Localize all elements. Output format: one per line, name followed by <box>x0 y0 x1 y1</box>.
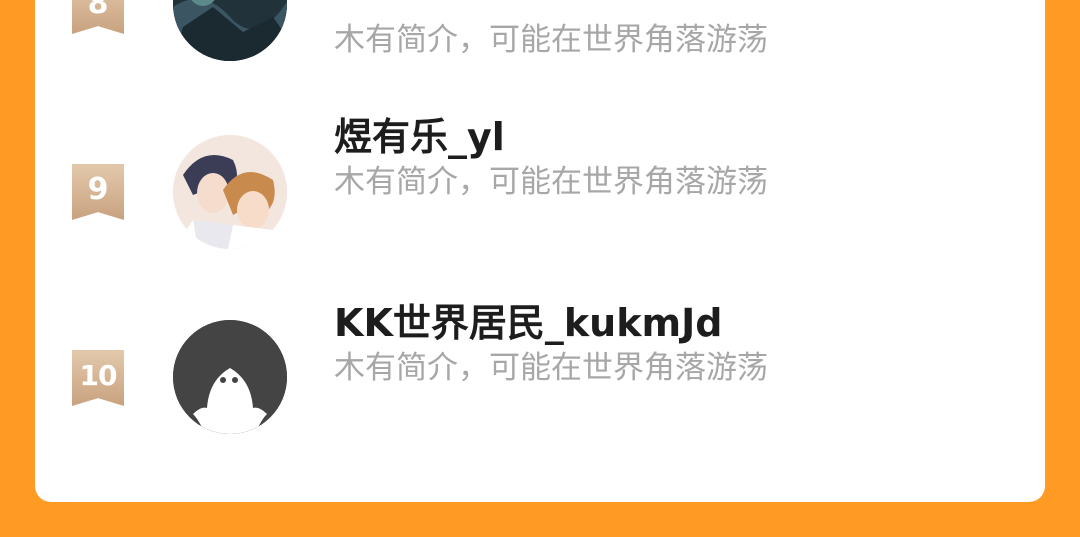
list-item[interactable]: 10 KK世界居民_kukmJd 木有简介，可能在世界角落游荡 <box>35 301 1045 436</box>
rank-badge: 9 <box>72 164 124 220</box>
list-item[interactable]: 9 煜有乐_yl 木有简介，可能在世界角落游荡 <box>35 115 1045 250</box>
anime-avatar-dark-icon[interactable] <box>173 0 287 61</box>
default-avatar-icon[interactable] <box>173 320 287 434</box>
rank-badge: 10 <box>72 350 124 406</box>
user-bio: 木有简介，可能在世界角落游荡 <box>334 22 768 58</box>
list-item[interactable]: 8 木有简介，可能在世界角落游荡 <box>35 0 1045 80</box>
user-name: KK世界居民_kukmJd <box>334 301 723 345</box>
rank-badge: 8 <box>72 0 124 34</box>
user-name: 煜有乐_yl <box>334 115 505 159</box>
anime-avatar-couple-icon[interactable] <box>173 135 287 249</box>
user-bio: 木有简介，可能在世界角落游荡 <box>334 350 768 386</box>
user-bio: 木有简介，可能在世界角落游荡 <box>334 164 768 200</box>
leaderboard-card: 8 木有简介，可能在世界角落游荡 9 煜有乐_yl 木有简介，可能在世界角落游荡… <box>35 0 1045 502</box>
